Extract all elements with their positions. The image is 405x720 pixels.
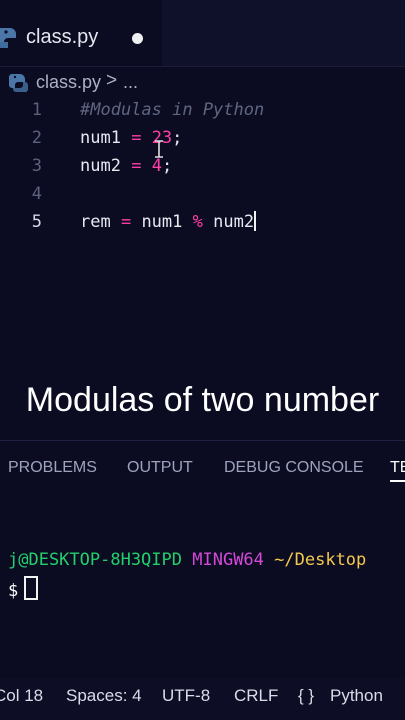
text-cursor-icon <box>155 140 163 158</box>
text-caret <box>254 211 257 231</box>
code-token: 4 <box>151 156 162 176</box>
editor-tab-bar: class.py <box>0 0 405 67</box>
status-cursor-position[interactable]: Col 18 <box>0 686 43 706</box>
terminal-prompt-line: j@DESKTOP-8H3QIPD MINGW64 ~/Desktop <box>8 550 366 570</box>
code-line[interactable]: 3 num2 = 4; <box>0 152 405 180</box>
active-tab-underline <box>390 480 405 482</box>
code-line[interactable]: 5 rem = num1 % num2 <box>0 208 405 236</box>
code-token: % <box>192 212 203 232</box>
status-language[interactable]: Python <box>330 686 383 706</box>
code-line[interactable]: 1 #Modulas in Python <box>0 96 405 124</box>
unsaved-dot-icon[interactable] <box>132 33 143 44</box>
status-bar: Col 18 Spaces: 4 UTF-8 CRLF { } Python <box>0 678 405 720</box>
line-number: 2 <box>31 128 42 148</box>
terminal-user-host: j@DESKTOP-8H3QIPD <box>8 550 182 570</box>
code-token: = <box>131 128 142 148</box>
tab-debug-console[interactable]: DEBUG CONSOLE <box>224 459 364 477</box>
terminal-path: ~/Desktop <box>274 550 367 570</box>
line-number: 4 <box>31 184 42 204</box>
code-token: rem <box>80 212 121 232</box>
terminal-prompt-symbol: $ <box>8 581 19 601</box>
python-icon <box>0 28 16 48</box>
status-encoding[interactable]: UTF-8 <box>162 686 210 706</box>
terminal-cursor <box>24 576 39 600</box>
panel-tab-bar: PROBLEMS OUTPUT DEBUG CONSOLE TE <box>0 440 405 493</box>
status-indentation[interactable]: Spaces: 4 <box>66 686 142 706</box>
terminal-input-line[interactable]: $ <box>8 576 39 601</box>
tab-output[interactable]: OUTPUT <box>127 459 193 477</box>
code-token: num2 <box>202 212 255 232</box>
tab-terminal[interactable]: TE <box>390 459 405 477</box>
line-number: 5 <box>31 212 42 232</box>
code-token: ; <box>172 128 183 148</box>
breadcrumb-separator: > <box>106 70 118 91</box>
code-line[interactable]: 2 num1 = 23; <box>0 124 405 152</box>
line-code: num1 = 23; <box>80 124 182 152</box>
breadcrumb-more[interactable]: ... <box>123 72 138 93</box>
line-code: rem = num1 % num2 <box>80 208 257 236</box>
line-number: 3 <box>31 156 42 176</box>
terminal[interactable]: j@DESKTOP-8H3QIPD MINGW64 ~/Desktop $ <box>0 548 405 608</box>
editor-tab-class-py[interactable]: class.py <box>0 0 162 66</box>
code-editor[interactable]: 1 #Modulas in Python 2 num1 = 23; 3 num2 = 4;… <box>0 96 405 356</box>
code-token: num2 <box>80 156 132 176</box>
line-number: 1 <box>31 100 42 120</box>
code-token: = <box>131 156 142 176</box>
code-token: #Modulas in Python <box>80 100 265 120</box>
code-token: num1 <box>131 212 193 232</box>
code-token: ; <box>161 156 173 176</box>
tab-label: class.py <box>26 26 99 48</box>
terminal-env: MINGW64 <box>192 550 264 570</box>
breadcrumb: class.py > ... <box>0 66 405 98</box>
tab-problems[interactable]: PROBLEMS <box>8 459 97 477</box>
code-token: = <box>120 212 132 232</box>
video-caption: Modulas of two number <box>25 381 380 419</box>
braces-icon[interactable]: { } <box>298 686 314 706</box>
code-line[interactable]: 4 <box>0 180 405 208</box>
status-eol[interactable]: CRLF <box>234 686 278 706</box>
breadcrumb-file[interactable]: class.py <box>36 72 101 93</box>
line-code: #Modulas in Python <box>80 96 264 124</box>
python-icon <box>9 74 28 93</box>
code-token: num1 <box>80 128 132 148</box>
